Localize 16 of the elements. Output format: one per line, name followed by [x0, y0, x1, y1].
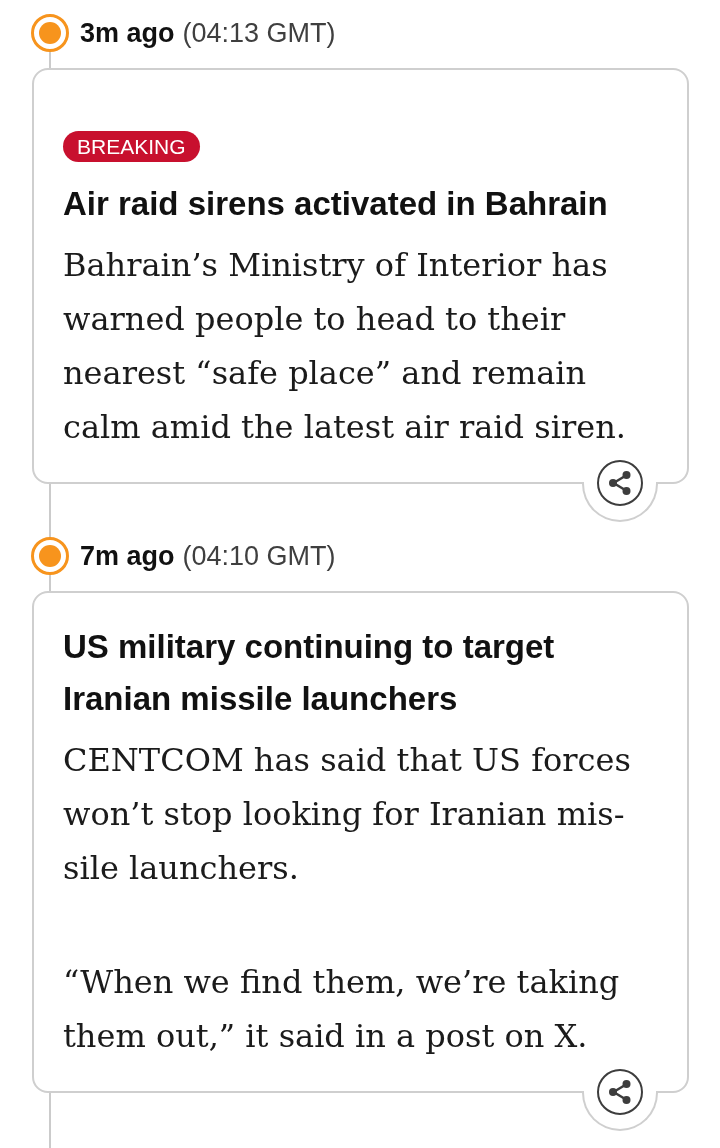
headline: Air raid sirens activated in Bahrain	[63, 184, 609, 224]
relative-time: 7m ago	[80, 540, 175, 572]
timestamp: (04:13 GMT)	[182, 17, 336, 49]
timeline-marker-icon	[31, 537, 69, 575]
share-button[interactable]	[597, 460, 643, 506]
share-icon	[609, 471, 631, 495]
timeline-marker-icon	[31, 14, 69, 52]
timestamp: (04:10 GMT)	[182, 540, 336, 572]
share-icon	[609, 1080, 631, 1104]
relative-time: 3m ago	[80, 17, 175, 49]
share-button[interactable]	[597, 1069, 643, 1115]
headline: US military continuing to target Iranian missile launchers	[63, 627, 556, 719]
body-paragraph: Bahrain’s Ministry of Interior has warned people to head to their nearest “safe place” and remain calm amid the latest air raid siren.	[63, 245, 627, 448]
status-badge: BREAKING	[63, 131, 200, 162]
body-paragraph: CENTCOM has said that US forces won’t stop looking for Iranian mis-sile launchers.	[63, 740, 632, 889]
body-paragraph: “When we find them, we’re taking them out,” it said in a post on X.	[63, 962, 621, 1057]
